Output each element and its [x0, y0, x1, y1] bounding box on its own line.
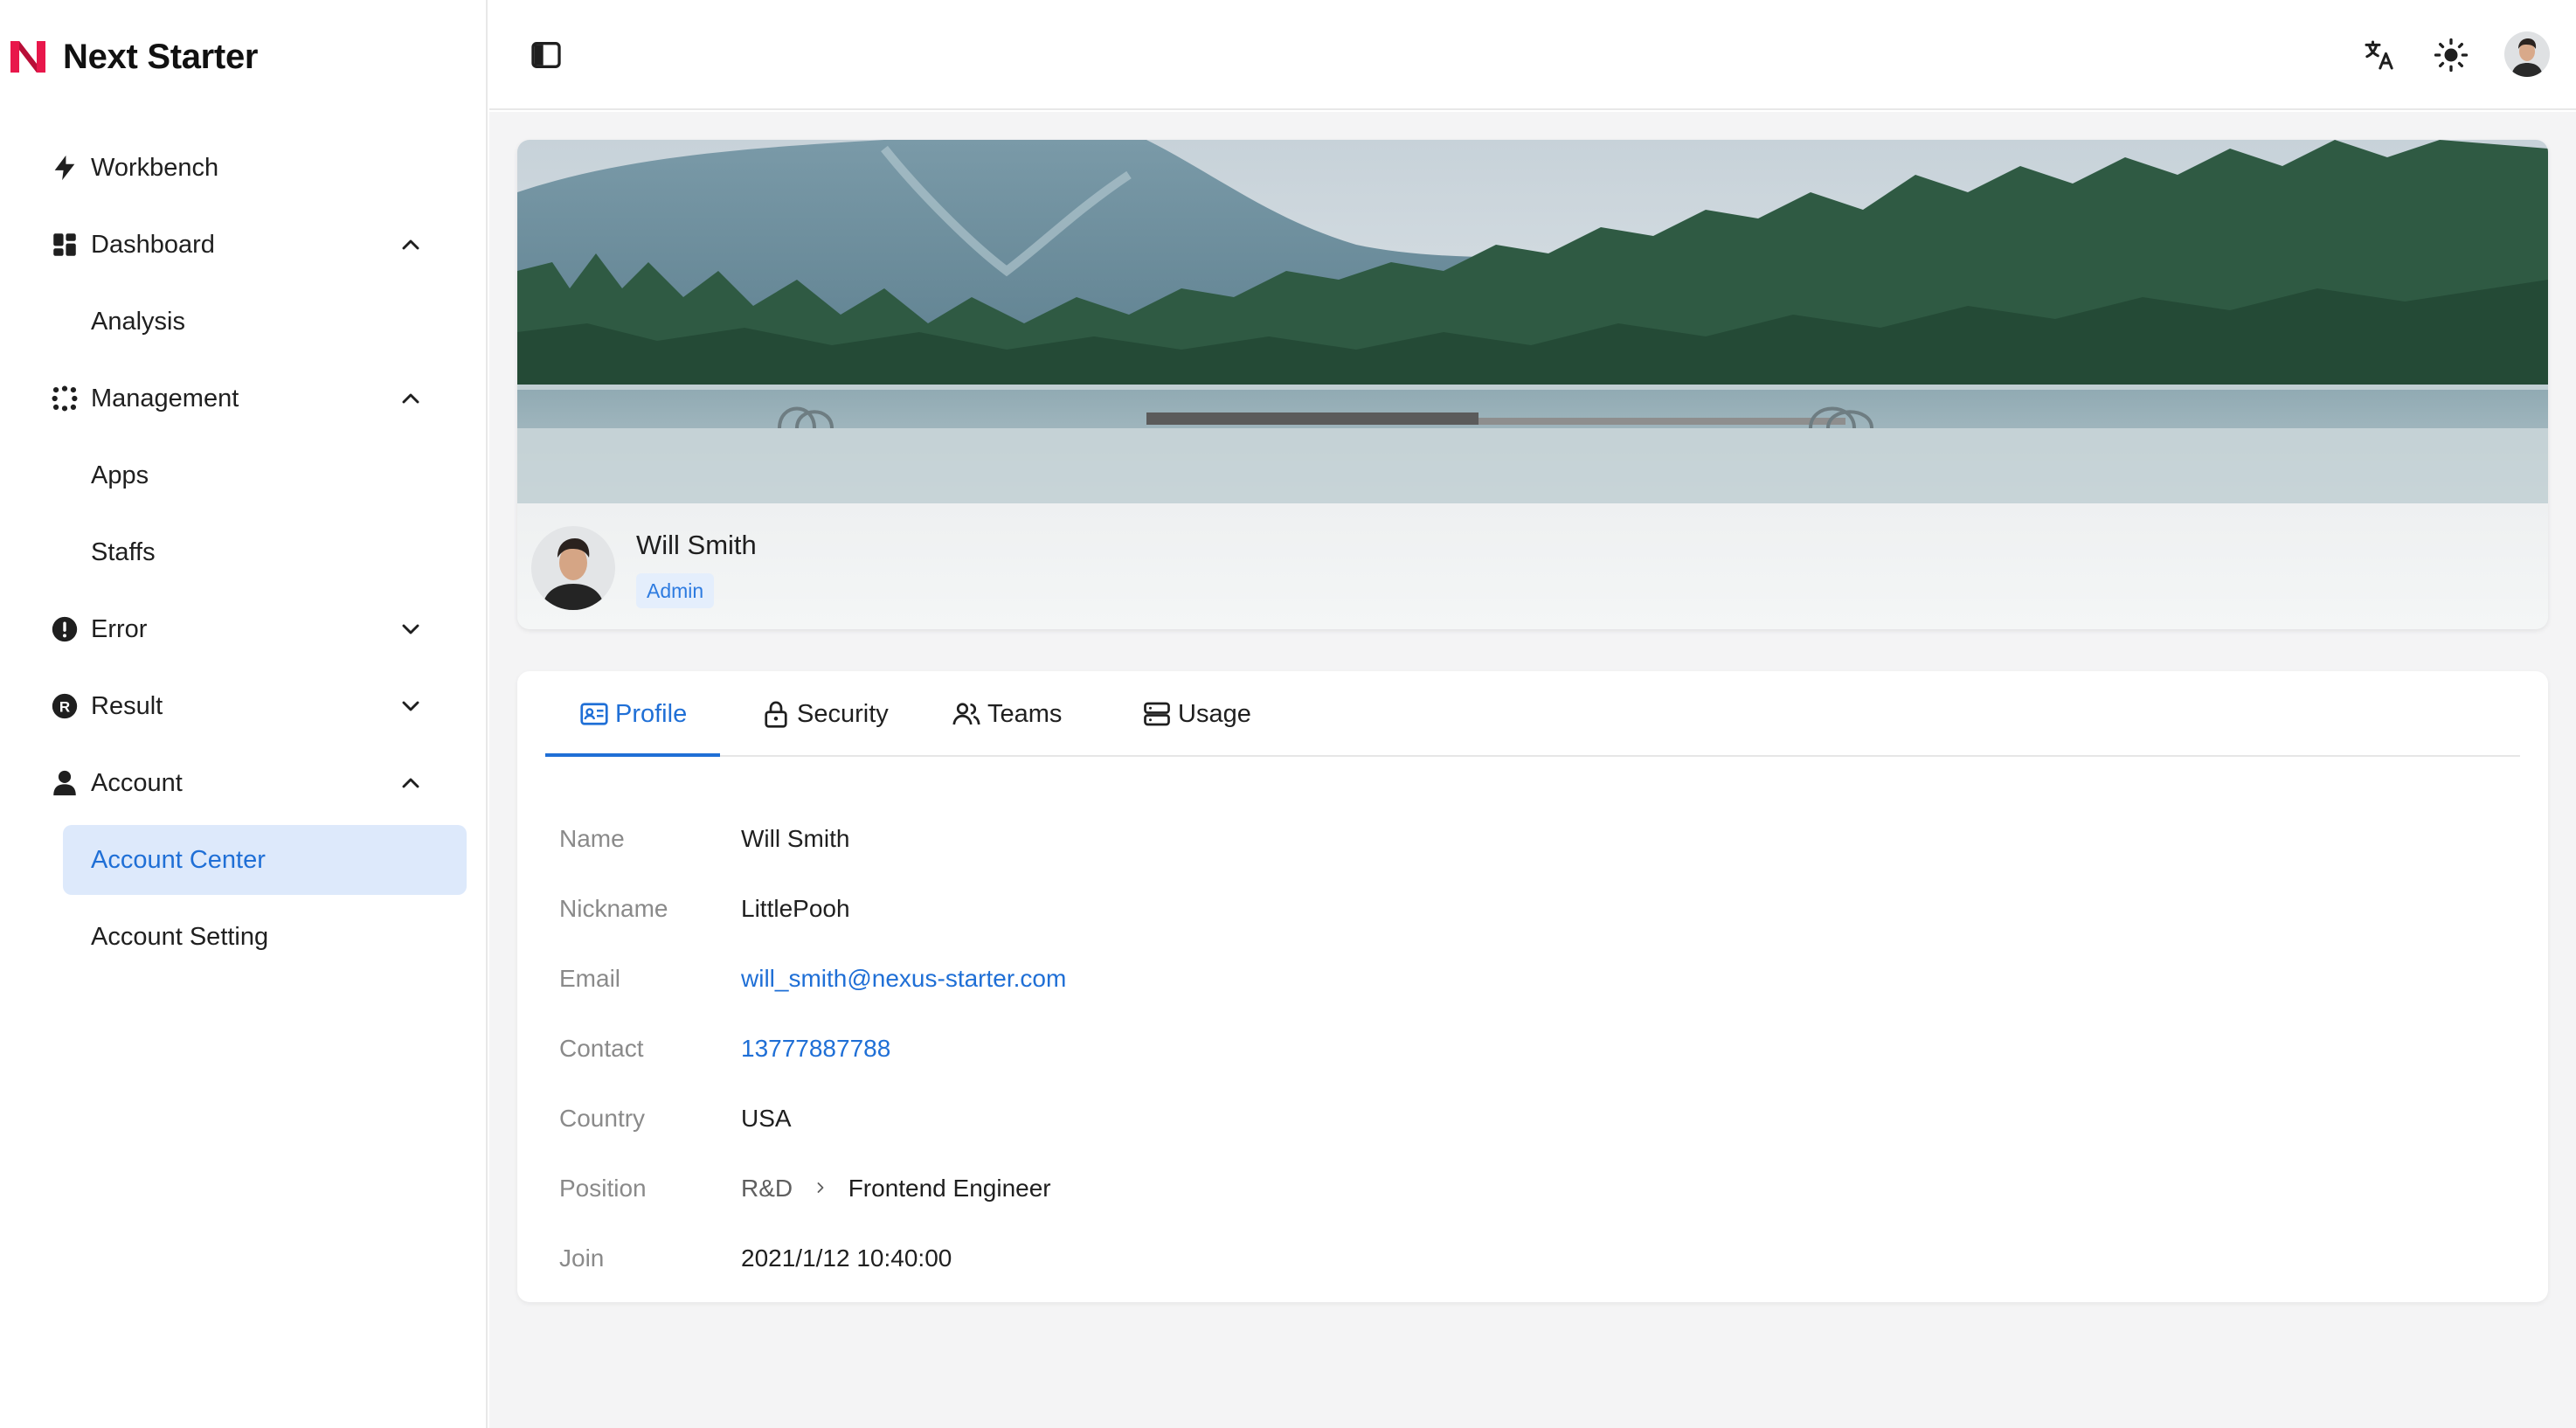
sidebar-item-label: Apps — [91, 461, 149, 489]
lightning-icon — [49, 152, 80, 184]
detail-label: Name — [559, 825, 625, 852]
department: R&D — [741, 1175, 793, 1202]
chevron-up-icon — [402, 239, 419, 250]
detail-label: Email — [559, 965, 621, 992]
users-icon — [952, 703, 980, 725]
tab-label: Profile — [615, 699, 688, 728]
app: Next Starter Workbench Dashboard Analysi… — [0, 0, 2576, 1428]
tab-security[interactable]: Security — [760, 671, 889, 757]
profile-banner-card: Will Smith Admin — [517, 140, 2548, 629]
sidebar-item-account[interactable]: Account — [49, 750, 442, 816]
topbar — [489, 0, 2576, 110]
detail-row-name: Name Will Smith — [559, 821, 849, 856]
tab-label: Usage — [1178, 699, 1251, 728]
detail-value: 2021/1/12 10:40:00 — [741, 1244, 952, 1272]
dots-grid-icon — [49, 383, 80, 414]
theme-toggle-button[interactable] — [2431, 35, 2471, 75]
sidebar-item-label: Dashboard — [91, 230, 215, 259]
chevron-down-icon — [402, 701, 419, 711]
chevron-right-icon — [817, 1182, 824, 1193]
tab-label: Teams — [987, 699, 1063, 728]
job-title: Frontend Engineer — [848, 1175, 1051, 1202]
language-button[interactable] — [2359, 35, 2399, 75]
detail-row-join: Join 2021/1/12 10:40:00 — [559, 1241, 952, 1276]
email-link[interactable]: will_smith@nexus-starter.com — [741, 965, 1066, 993]
sidebar-item-label: Staffs — [91, 537, 156, 566]
profile-summary: Will Smith Admin — [517, 503, 2548, 629]
account-info-card: Profile Security Teams Usage Name Will S… — [517, 671, 2548, 1302]
sidebar-item-error[interactable]: Error — [49, 596, 442, 662]
sidebar-item-label: Account Center — [91, 845, 266, 874]
sidebar-item-account-center[interactable]: Account Center — [63, 825, 467, 895]
account-tabs: Profile Security Teams Usage — [545, 671, 2520, 757]
position-breadcrumb: R&D Frontend Engineer — [741, 1175, 1051, 1203]
sidebar-item-label: Account — [91, 768, 183, 797]
sidebar-item-result[interactable]: R Result — [49, 673, 442, 739]
sidebar-item-label: Result — [91, 691, 163, 720]
id-card-icon — [580, 703, 608, 725]
brand-name: Next Starter — [63, 37, 259, 76]
sidebar-item-staffs[interactable]: Staffs — [63, 517, 467, 587]
user-icon — [49, 767, 80, 799]
active-tab-indicator — [545, 753, 720, 757]
chevron-up-icon — [402, 778, 419, 788]
dashboard-icon — [49, 229, 80, 260]
detail-row-country: Country USA — [559, 1101, 792, 1136]
detail-label: Nickname — [559, 895, 668, 922]
svg-text:R: R — [59, 698, 70, 715]
detail-row-position: Position R&D Frontend Engineer — [559, 1171, 1051, 1206]
sidebar-item-label: Error — [91, 614, 148, 643]
chevron-down-icon — [402, 624, 419, 634]
detail-row-email: Email will_smith@nexus-starter.com — [559, 961, 1066, 996]
exclamation-circle-icon — [49, 613, 80, 645]
lock-icon — [765, 701, 787, 728]
sidebar-item-apps[interactable]: Apps — [63, 440, 467, 510]
r-circle-icon: R — [49, 690, 80, 722]
sidebar-item-account-setting[interactable]: Account Setting — [63, 902, 467, 972]
tab-profile[interactable]: Profile — [578, 671, 687, 757]
sidebar-item-management[interactable]: Management — [49, 365, 442, 432]
sidebar-toggle-button[interactable] — [526, 35, 566, 75]
brand-logo-icon — [10, 41, 45, 73]
sidebar-item-label: Workbench — [91, 153, 219, 182]
sidebar-item-dashboard[interactable]: Dashboard — [49, 211, 442, 278]
detail-value: LittlePooh — [741, 895, 850, 922]
detail-row-contact: Contact 13777887788 — [559, 1031, 890, 1066]
chevron-up-icon — [402, 393, 419, 404]
detail-value: USA — [741, 1105, 792, 1132]
tab-usage[interactable]: Usage — [1141, 671, 1251, 757]
detail-label: Country — [559, 1105, 646, 1132]
detail-label: Contact — [559, 1035, 644, 1062]
detail-label: Position — [559, 1175, 647, 1202]
sidebar-item-label: Management — [91, 384, 239, 412]
sidebar-item-analysis[interactable]: Analysis — [63, 287, 467, 357]
detail-row-nickname: Nickname LittlePooh — [559, 891, 850, 926]
sun-icon — [2434, 38, 2469, 73]
sidebar-item-label: Analysis — [91, 307, 185, 336]
database-icon — [1144, 702, 1170, 726]
detail-value: Will Smith — [741, 825, 850, 852]
contact-link[interactable]: 13777887788 — [741, 1035, 890, 1063]
translate-icon — [2365, 40, 2393, 70]
sidebar-toggle-icon — [531, 42, 561, 68]
sidebar: Next Starter Workbench Dashboard Analysi… — [0, 0, 488, 1428]
sidebar-item-workbench[interactable]: Workbench — [49, 135, 442, 201]
profile-name: Will Smith — [636, 530, 757, 560]
main-content: Will Smith Admin Profile Security Teams … — [489, 112, 2576, 1428]
sidebar-item-label: Account Setting — [91, 922, 269, 951]
detail-label: Join — [559, 1244, 605, 1272]
avatar[interactable] — [2504, 31, 2550, 77]
tab-label: Security — [797, 699, 889, 728]
profile-avatar — [531, 526, 615, 610]
role-badge: Admin — [636, 573, 715, 608]
tab-teams[interactable]: Teams — [951, 671, 1062, 757]
brand[interactable]: Next Starter — [9, 33, 258, 80]
banner-image — [517, 140, 2548, 503]
